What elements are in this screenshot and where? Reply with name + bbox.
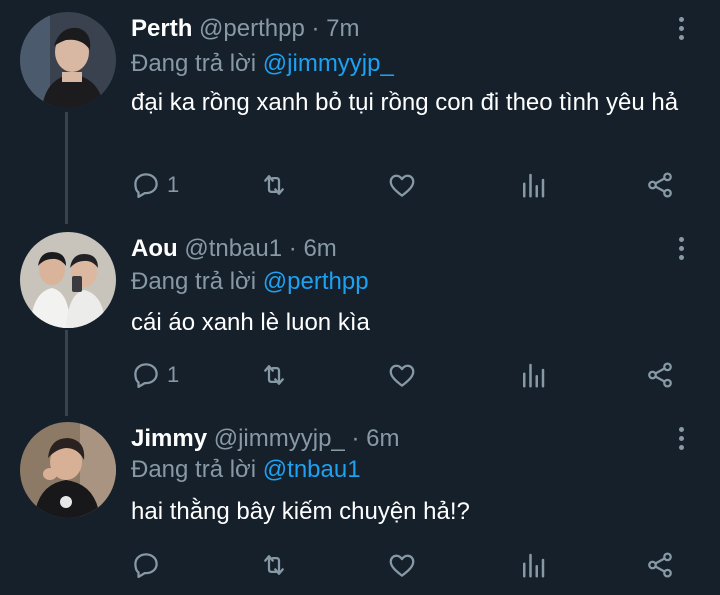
tweet-text: hai thằng bây kiếm chuyện hả!? xyxy=(131,498,470,525)
analytics-icon xyxy=(523,553,545,578)
reply-thread: Perth @perthpp · 7m Đang trả lời @jimmyy… xyxy=(0,0,720,595)
share-icon xyxy=(648,552,672,578)
tweet[interactable]: Jimmy @jimmyyjp_ · 6m Đang trả lời @tnba… xyxy=(0,0,720,595)
retweet-icon xyxy=(264,555,284,575)
display-name[interactable]: Jimmy xyxy=(131,425,207,452)
user-handle[interactable]: @jimmyyjp_ xyxy=(214,425,345,452)
replying-to: Đang trả lời @tnbau1 xyxy=(131,456,361,484)
replying-prefix: Đang trả lời xyxy=(131,456,257,483)
separator: · xyxy=(351,425,360,452)
reply-mention[interactable]: @tnbau1 xyxy=(263,456,361,483)
more-icon[interactable] xyxy=(672,427,690,454)
reply-button[interactable] xyxy=(131,550,167,580)
share-button[interactable] xyxy=(645,550,675,580)
timestamp[interactable]: 6m xyxy=(366,425,399,452)
action-bar xyxy=(131,550,691,580)
retweet-button[interactable] xyxy=(258,550,290,580)
avatar[interactable] xyxy=(20,422,116,518)
like-icon xyxy=(389,554,415,577)
tweet-header: Jimmy @jimmyyjp_ · 6m xyxy=(131,425,399,453)
analytics-button[interactable] xyxy=(518,550,548,580)
reply-icon xyxy=(134,553,158,578)
like-button[interactable] xyxy=(387,550,417,580)
